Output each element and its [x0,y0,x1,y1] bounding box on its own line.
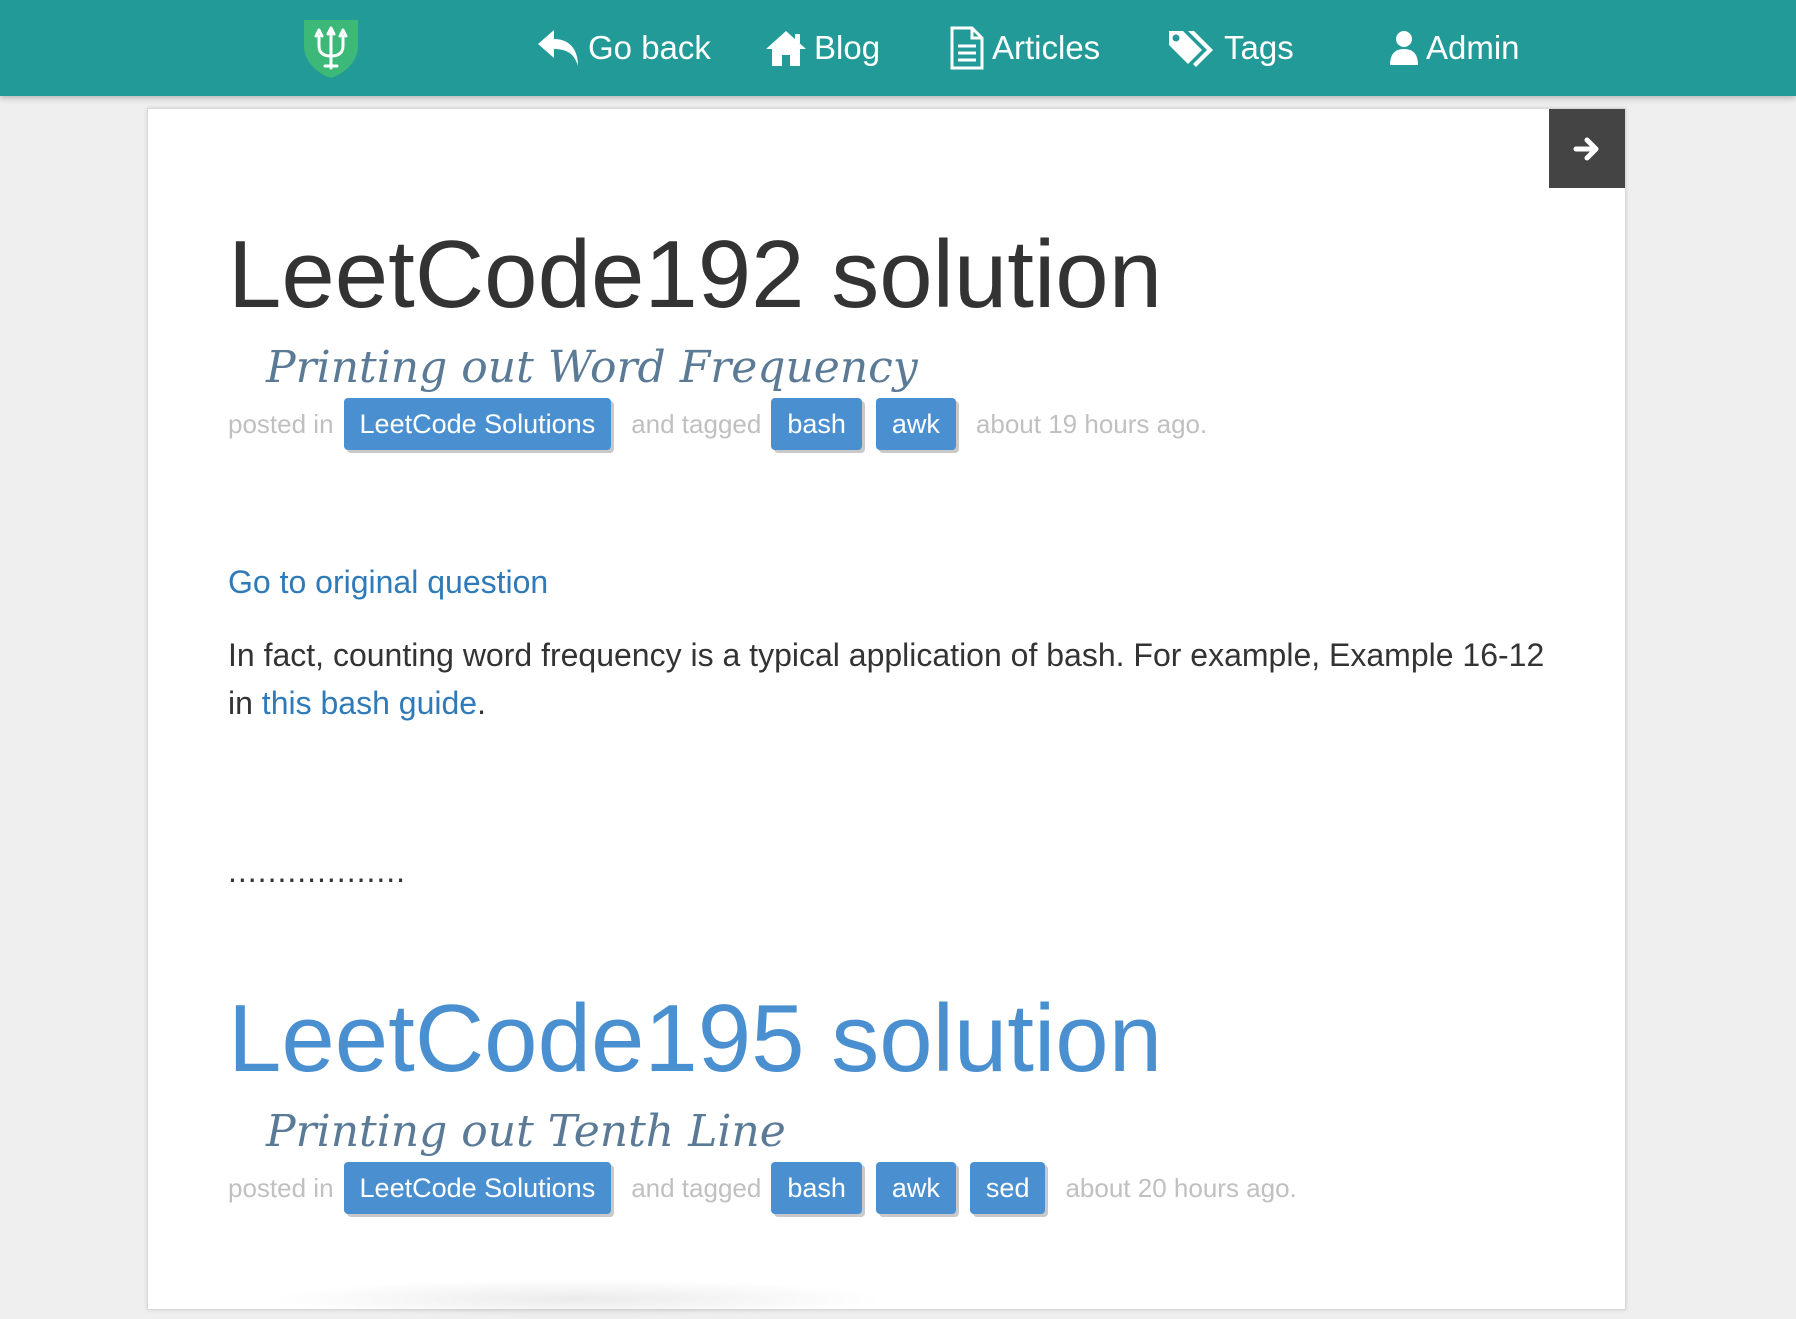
category-label[interactable]: LeetCode Solutions [343,398,612,450]
post-list-card: LeetCode192 solution Printing out Word F… [147,108,1626,1319]
post-subtitle: Printing out Word Frequency [266,342,918,393]
nav-blog-label: Blog [814,29,881,66]
nav-articles[interactable]: Articles [948,22,1100,74]
document-icon [950,26,984,70]
excerpt-end: . [477,685,486,721]
and-tagged-text: and tagged [631,1172,762,1203]
content-fade [268,1279,888,1319]
original-question-link[interactable]: Go to original question [228,564,548,601]
tag-label-awk[interactable]: awk [875,1162,956,1214]
post-title: LeetCode192 solution [228,221,1163,328]
site-logo[interactable] [298,16,364,80]
home-icon [766,31,806,66]
nav-go-back[interactable]: Go back [534,22,711,74]
post-title-link[interactable]: LeetCode195 solution [228,991,1162,1087]
posted-in-text: posted in [228,408,334,439]
posted-in-text: posted in [228,1172,334,1203]
post-subtitle: Printing out Tenth Line [266,1106,786,1157]
read-more-ellipsis: .................. [228,853,407,889]
nav-articles-label: Articles [992,29,1101,66]
nav-admin[interactable]: Admin [1388,22,1520,74]
bash-guide-link[interactable]: this bash guide [262,685,477,721]
user-icon [1390,31,1418,65]
arrow-right-icon [1573,137,1599,160]
category-label[interactable]: LeetCode Solutions [343,1162,612,1214]
top-navbar: Go back Blog Articles Tags Admin [0,0,1796,96]
tag-label-bash[interactable]: bash [771,1162,862,1214]
nav-tags[interactable]: Tags [1166,22,1294,74]
nav-admin-label: Admin [1426,29,1520,66]
post-excerpt: In fact, counting word frequency is a ty… [228,631,1568,727]
tag-label-bash[interactable]: bash [771,398,862,450]
nav-go-back-label: Go back [588,29,711,66]
nav-blog[interactable]: Blog [764,22,880,74]
reply-icon [538,30,578,66]
tag-label-sed[interactable]: sed [969,1162,1046,1214]
next-page-button[interactable] [1549,109,1625,188]
tags-icon [1169,31,1213,67]
post-meta: posted in LeetCode Solutions and tagged … [228,396,1207,452]
trident-shield-icon [304,20,358,78]
tag-label-awk[interactable]: awk [875,398,956,450]
nav-tags-label: Tags [1224,29,1294,66]
post-time: about 20 hours ago. [1065,1172,1297,1203]
post-meta: posted in LeetCode Solutions and tagged … [228,1160,1297,1216]
post-time: about 19 hours ago. [975,408,1208,439]
and-tagged-text: and tagged [631,408,762,439]
